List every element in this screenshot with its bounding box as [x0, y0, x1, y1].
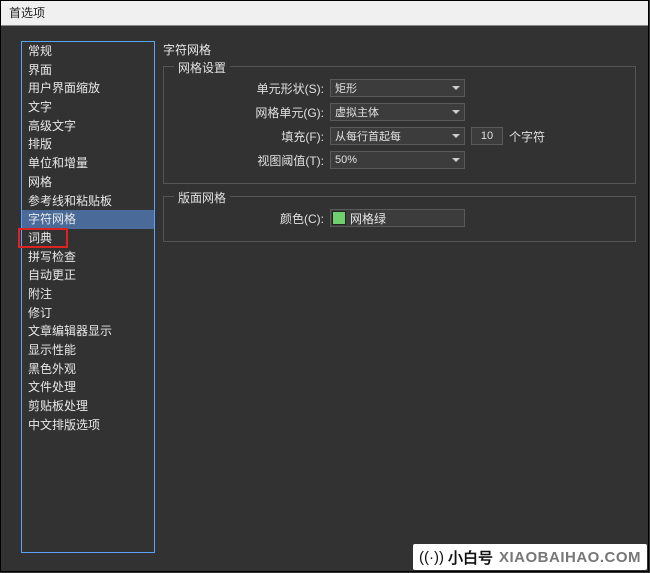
chevron-down-icon	[452, 110, 460, 114]
content-heading: 字符网格	[163, 41, 648, 58]
sidebar-item[interactable]: 文件处理	[22, 378, 154, 397]
window-title: 首选项	[9, 6, 45, 20]
grid-color-combo[interactable]: 网格绿	[330, 209, 465, 227]
fill-count-input[interactable]: 10	[471, 127, 503, 145]
view-threshold-combo[interactable]: 50%	[330, 151, 465, 169]
grid-unit-label: 网格单元(G):	[174, 104, 324, 121]
view-threshold-label: 视图阈值(T):	[174, 152, 324, 169]
sidebar-item[interactable]: 单位和增量	[22, 154, 154, 173]
sidebar-item[interactable]: 界面	[22, 61, 154, 80]
layout-grid-legend: 版面网格	[174, 189, 230, 206]
sidebar-item[interactable]: 显示性能	[22, 341, 154, 360]
sidebar-item[interactable]: 文章编辑器显示	[22, 322, 154, 341]
sidebar-item[interactable]: 词典	[22, 229, 154, 248]
grid-settings-fieldset: 网格设置 单元形状(S): 矩形 网格单元(G): 虚拟主体	[163, 66, 636, 184]
signal-icon: ((·))	[419, 549, 444, 566]
sidebar-item[interactable]: 剪贴板处理	[22, 397, 154, 416]
unit-shape-combo[interactable]: 矩形	[330, 79, 465, 97]
fill-combo[interactable]: 从每行首起每	[330, 127, 465, 145]
sidebar-item[interactable]: 网格	[22, 173, 154, 192]
footer-brand: 小白号	[448, 547, 493, 568]
preferences-window: 首选项 常规界面用户界面缩放文字高级文字排版单位和增量网格参考线和粘贴板字符网格…	[0, 0, 649, 572]
sidebar-item[interactable]: 高级文字	[22, 117, 154, 136]
sidebar-item[interactable]: 排版	[22, 135, 154, 154]
sidebar-item[interactable]: 常规	[22, 42, 154, 61]
sidebar-item[interactable]: 参考线和粘贴板	[22, 192, 154, 211]
window-titlebar: 首选项	[1, 1, 648, 26]
grid-color-swatch	[332, 211, 346, 225]
sidebar-item[interactable]: 修订	[22, 304, 154, 323]
chevron-down-icon	[452, 134, 460, 138]
unit-shape-label: 单元形状(S):	[174, 80, 324, 97]
grid-unit-value: 虚拟主体	[335, 104, 379, 120]
preferences-content: 字符网格 网格设置 单元形状(S): 矩形 网格单元(G): 虚拟主体	[163, 41, 648, 254]
fill-label: 填充(F):	[174, 128, 324, 145]
unit-shape-value: 矩形	[335, 80, 357, 96]
footer-brand-badge: ((·)) 小白号 XIAOBAIHAO.COM	[413, 544, 647, 570]
chevron-down-icon	[452, 158, 460, 162]
sidebar-item[interactable]: 用户界面缩放	[22, 79, 154, 98]
layout-grid-fieldset: 版面网格 颜色(C): 网格绿	[163, 196, 636, 242]
sidebar-item[interactable]: 拼写检查	[22, 248, 154, 267]
grid-color-name: 网格绿	[350, 210, 386, 227]
grid-settings-legend: 网格设置	[174, 59, 230, 76]
view-threshold-value: 50%	[335, 154, 357, 166]
sidebar-item[interactable]: 附注	[22, 285, 154, 304]
fill-value: 从每行首起每	[335, 128, 401, 144]
grid-unit-combo[interactable]: 虚拟主体	[330, 103, 465, 121]
chevron-down-icon	[452, 86, 460, 90]
sidebar-item[interactable]: 自动更正	[22, 266, 154, 285]
sidebar-item[interactable]: 中文排版选项	[22, 416, 154, 435]
footer-domain: XIAOBAIHAO.COM	[499, 549, 641, 566]
sidebar-item[interactable]: 黑色外观	[22, 360, 154, 379]
fill-suffix: 个字符	[509, 128, 545, 145]
sidebar-item[interactable]: 文字	[22, 98, 154, 117]
preferences-sidebar: 常规界面用户界面缩放文字高级文字排版单位和增量网格参考线和粘贴板字符网格词典拼写…	[21, 41, 155, 553]
grid-color-label: 颜色(C):	[174, 210, 324, 227]
sidebar-item[interactable]: 字符网格	[22, 210, 154, 229]
